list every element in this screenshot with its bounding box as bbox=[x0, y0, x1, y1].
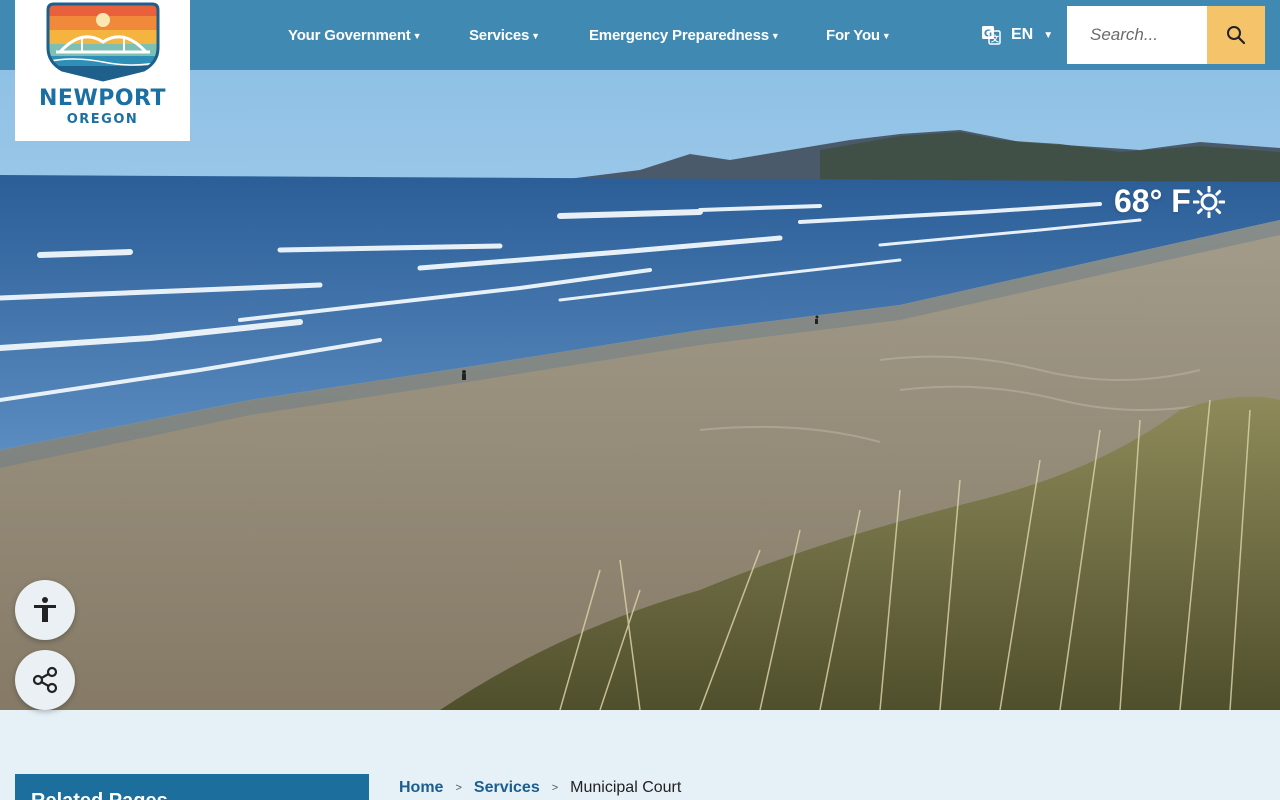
weather-widget: 68° F bbox=[1114, 183, 1225, 220]
caret-down-icon: ▼ bbox=[1043, 29, 1054, 41]
nav-label: Your Government bbox=[288, 27, 411, 44]
breadcrumb-home[interactable]: Home bbox=[399, 779, 443, 797]
language-code: EN bbox=[1011, 26, 1034, 43]
nav-label: Services bbox=[469, 27, 530, 44]
logo-subtitle: OREGON bbox=[66, 112, 139, 127]
share-icon bbox=[31, 666, 59, 694]
related-pages-label: Related Pages bbox=[31, 790, 168, 800]
nav-emergency-preparedness[interactable]: Emergency Preparedness ▼ bbox=[589, 27, 780, 44]
site-header: Your Government ▼ Services ▼ Emergency Pre… bbox=[0, 0, 1280, 70]
temperature: 68° F bbox=[1114, 183, 1191, 219]
nav-label: For You bbox=[826, 27, 880, 44]
caret-down-icon: ▼ bbox=[412, 31, 422, 41]
breadcrumb-services[interactable]: Services bbox=[474, 779, 540, 797]
breadcrumb: Home > Services > Municipal Court bbox=[399, 779, 681, 797]
share-button[interactable] bbox=[15, 650, 75, 710]
caret-down-icon: ▼ bbox=[770, 31, 780, 41]
caret-down-icon: ▼ bbox=[881, 31, 891, 41]
logo-emblem bbox=[46, 2, 159, 82]
nav-for-you[interactable]: For You ▼ bbox=[826, 27, 891, 44]
accessibility-icon bbox=[31, 596, 59, 624]
search-button[interactable] bbox=[1207, 6, 1265, 64]
svg-text:文: 文 bbox=[991, 34, 1000, 44]
sun-icon bbox=[1191, 185, 1225, 218]
language-selector[interactable]: G 文 EN ▼ bbox=[981, 25, 1053, 45]
logo-name: NEWPORT bbox=[39, 86, 166, 111]
related-pages-heading[interactable]: Related Pages bbox=[15, 774, 369, 800]
hero-image bbox=[0, 70, 1280, 710]
nav-label: Emergency Preparedness bbox=[589, 27, 769, 44]
search-icon bbox=[1226, 25, 1246, 45]
search-input[interactable] bbox=[1067, 6, 1207, 64]
caret-down-icon: ▼ bbox=[531, 31, 540, 41]
breadcrumb-separator-icon: > bbox=[455, 782, 462, 794]
breadcrumb-current: Municipal Court bbox=[570, 779, 682, 796]
nav-your-government[interactable]: Your Government ▼ bbox=[288, 27, 421, 44]
accessibility-button[interactable] bbox=[15, 580, 75, 640]
breadcrumb-separator-icon: > bbox=[551, 782, 559, 794]
nav-services[interactable]: Services ▼ bbox=[469, 27, 540, 44]
translate-icon: G 文 bbox=[981, 25, 1001, 45]
site-logo[interactable]: NEWPORT OREGON bbox=[15, 0, 190, 141]
